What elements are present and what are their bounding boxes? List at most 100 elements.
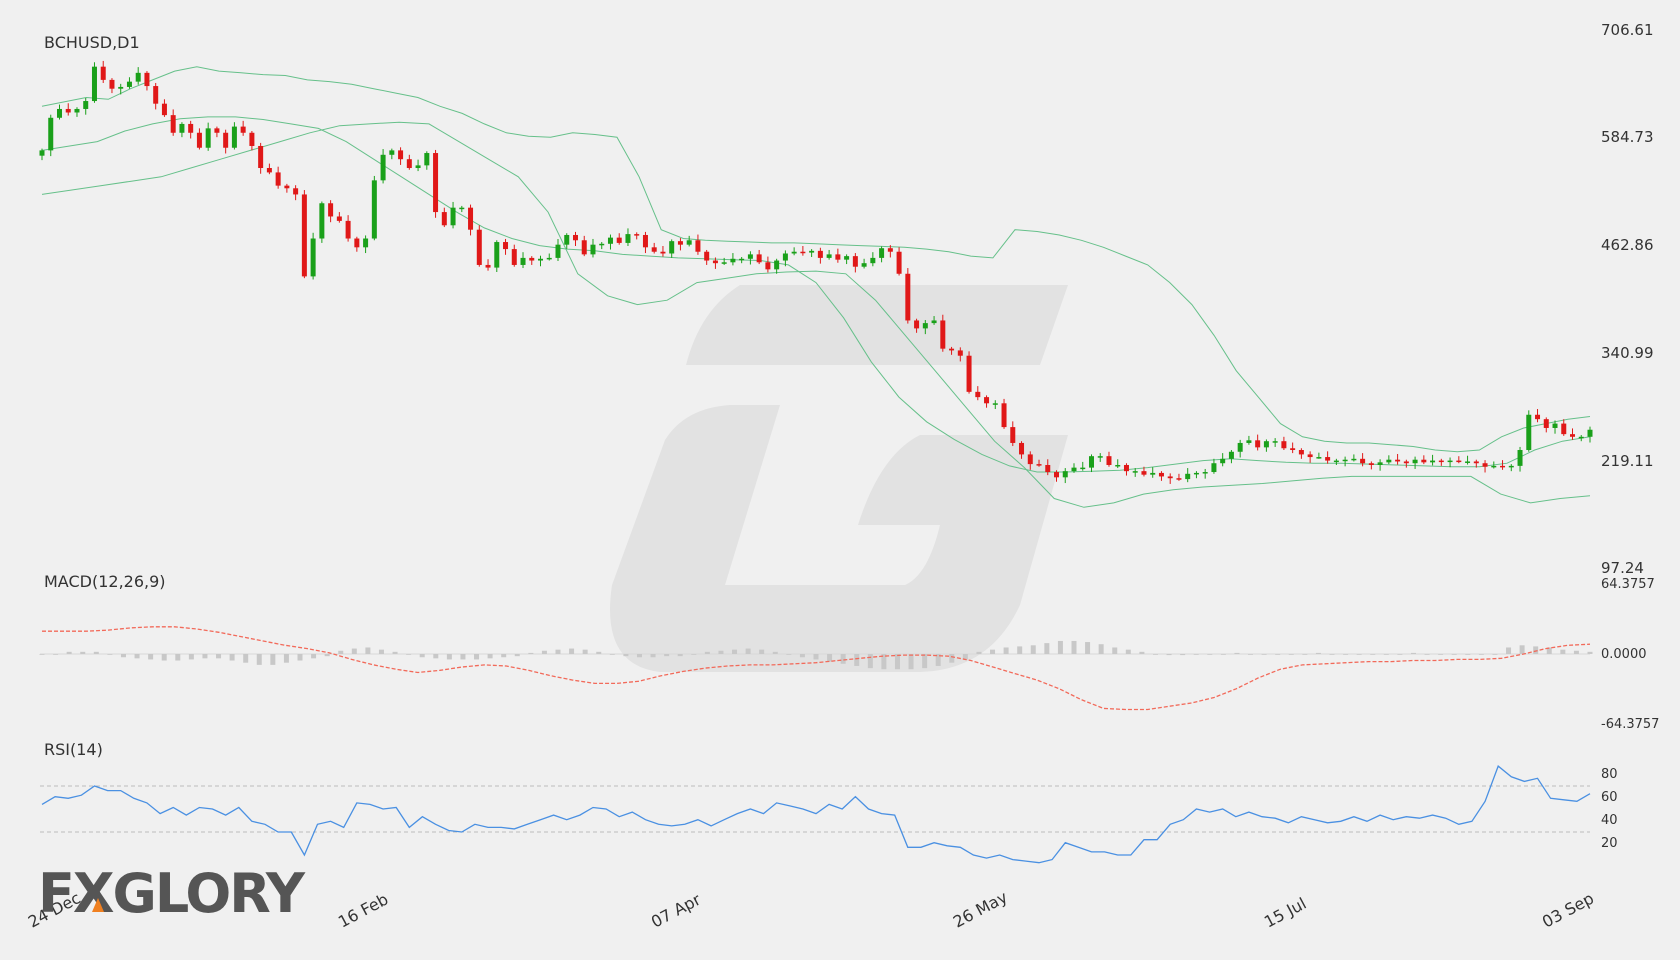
candle-body (1316, 457, 1322, 459)
macd-histogram-bar (922, 654, 928, 669)
candle-body (835, 254, 841, 260)
candle-body (1088, 456, 1094, 468)
candle-body (1045, 464, 1051, 473)
candle-body (844, 256, 850, 260)
candle-body (485, 264, 491, 268)
macd-histogram-bar (854, 654, 860, 666)
macd-histogram-bar (66, 651, 72, 654)
rsi-path (41, 765, 1591, 864)
macd-histogram-bar (1356, 654, 1362, 655)
candle-body (607, 237, 613, 244)
macd-histogram-bar (1030, 645, 1036, 654)
candle-body (520, 257, 526, 265)
candle-body (1587, 429, 1593, 437)
candle-body (1019, 442, 1025, 455)
macd-histogram-bar (569, 648, 575, 654)
price-tick: 584.73 (1601, 128, 1654, 146)
macd-histogram-bar (528, 652, 534, 654)
macd-histogram-bar (1424, 654, 1430, 655)
candle-body (1176, 478, 1182, 480)
candle-body (599, 243, 605, 246)
macd-histogram-bar (1506, 647, 1512, 654)
candle-body (1430, 460, 1436, 463)
macd-histogram-bar (1397, 654, 1403, 655)
price-tick: 706.61 (1601, 21, 1654, 39)
candle-body (258, 145, 264, 169)
candle-body (1237, 442, 1243, 452)
main-chart-title: BCHUSD,D1 (44, 33, 140, 52)
macd-histogram-bar (596, 651, 602, 654)
macd-histogram-bar (1044, 643, 1050, 654)
candle-body (1228, 451, 1234, 459)
candle-body (730, 258, 736, 263)
candle-body (538, 258, 544, 261)
macd-histogram-bar (256, 654, 262, 665)
candle-body (686, 240, 692, 245)
macd-histogram-bar (772, 651, 778, 654)
macd-histogram-bar (1288, 654, 1294, 655)
macd-histogram-bar (134, 654, 140, 659)
candle-body (1167, 476, 1173, 479)
candle-body (1482, 463, 1488, 467)
candle-body (914, 320, 920, 329)
candle-body (301, 194, 307, 277)
candle-body (1517, 450, 1523, 466)
macd-histogram-bar (487, 654, 493, 659)
candle-body (1010, 427, 1016, 443)
candle-body (135, 72, 141, 82)
candle-body (634, 234, 640, 236)
candle-body (660, 251, 666, 254)
candle-body (712, 260, 718, 264)
candle-body (529, 257, 535, 261)
candle-body (293, 188, 299, 195)
macd-tick: 64.3757 (1601, 577, 1655, 592)
candle-body (1272, 441, 1278, 443)
candle-body (1386, 459, 1392, 463)
macd-histogram-bar (1519, 645, 1525, 654)
rsi-tick: 60 (1601, 790, 1618, 805)
fxglory-logo: FXGLORY (38, 862, 308, 925)
candle-body (310, 238, 316, 277)
macd-histogram-bar (1220, 654, 1226, 655)
candle-body (949, 348, 955, 351)
date-tick: 15 Jul (1261, 894, 1309, 932)
rsi-panel-title: RSI(14) (44, 740, 103, 759)
candle-body (363, 238, 369, 248)
macd-histogram-bar (1017, 646, 1023, 654)
candle-body (1193, 472, 1199, 475)
candle-body (1211, 463, 1217, 473)
candle-body (118, 86, 124, 89)
candle-body (1325, 457, 1331, 461)
macd-histogram-bar (976, 651, 982, 654)
candle-body (1491, 465, 1497, 468)
candle-body (1526, 414, 1532, 451)
candle-body (424, 153, 430, 166)
macd-histogram-bar (799, 654, 805, 658)
candle-body (153, 86, 159, 104)
candle-body (205, 128, 211, 148)
candle-body (441, 212, 447, 226)
macd-histogram-bar (1410, 652, 1416, 654)
macd-histogram-bar (990, 649, 996, 654)
candle-body (756, 254, 762, 263)
candle-body (931, 320, 937, 324)
macd-histogram-bar (677, 654, 683, 657)
rsi-tick: 80 (1601, 767, 1618, 782)
candle-body (109, 79, 115, 89)
macd-histogram-bar (297, 654, 303, 661)
candle-body (1255, 440, 1261, 448)
candle-body (1290, 448, 1296, 451)
candle-body (1141, 471, 1147, 475)
macd-histogram-bar (1587, 651, 1593, 654)
candle-body (214, 128, 220, 133)
macd-histogram-bar (1180, 654, 1186, 656)
macd-histogram-bar (378, 649, 384, 654)
candle-body (266, 168, 272, 173)
candle-body (1307, 454, 1313, 458)
candle-body (791, 251, 797, 254)
macd-histogram-bar (1383, 654, 1389, 655)
candle-body (398, 150, 404, 160)
macd-histogram-bar (1478, 654, 1484, 655)
macd-histogram-bar (474, 654, 480, 660)
candle-body (126, 81, 132, 87)
